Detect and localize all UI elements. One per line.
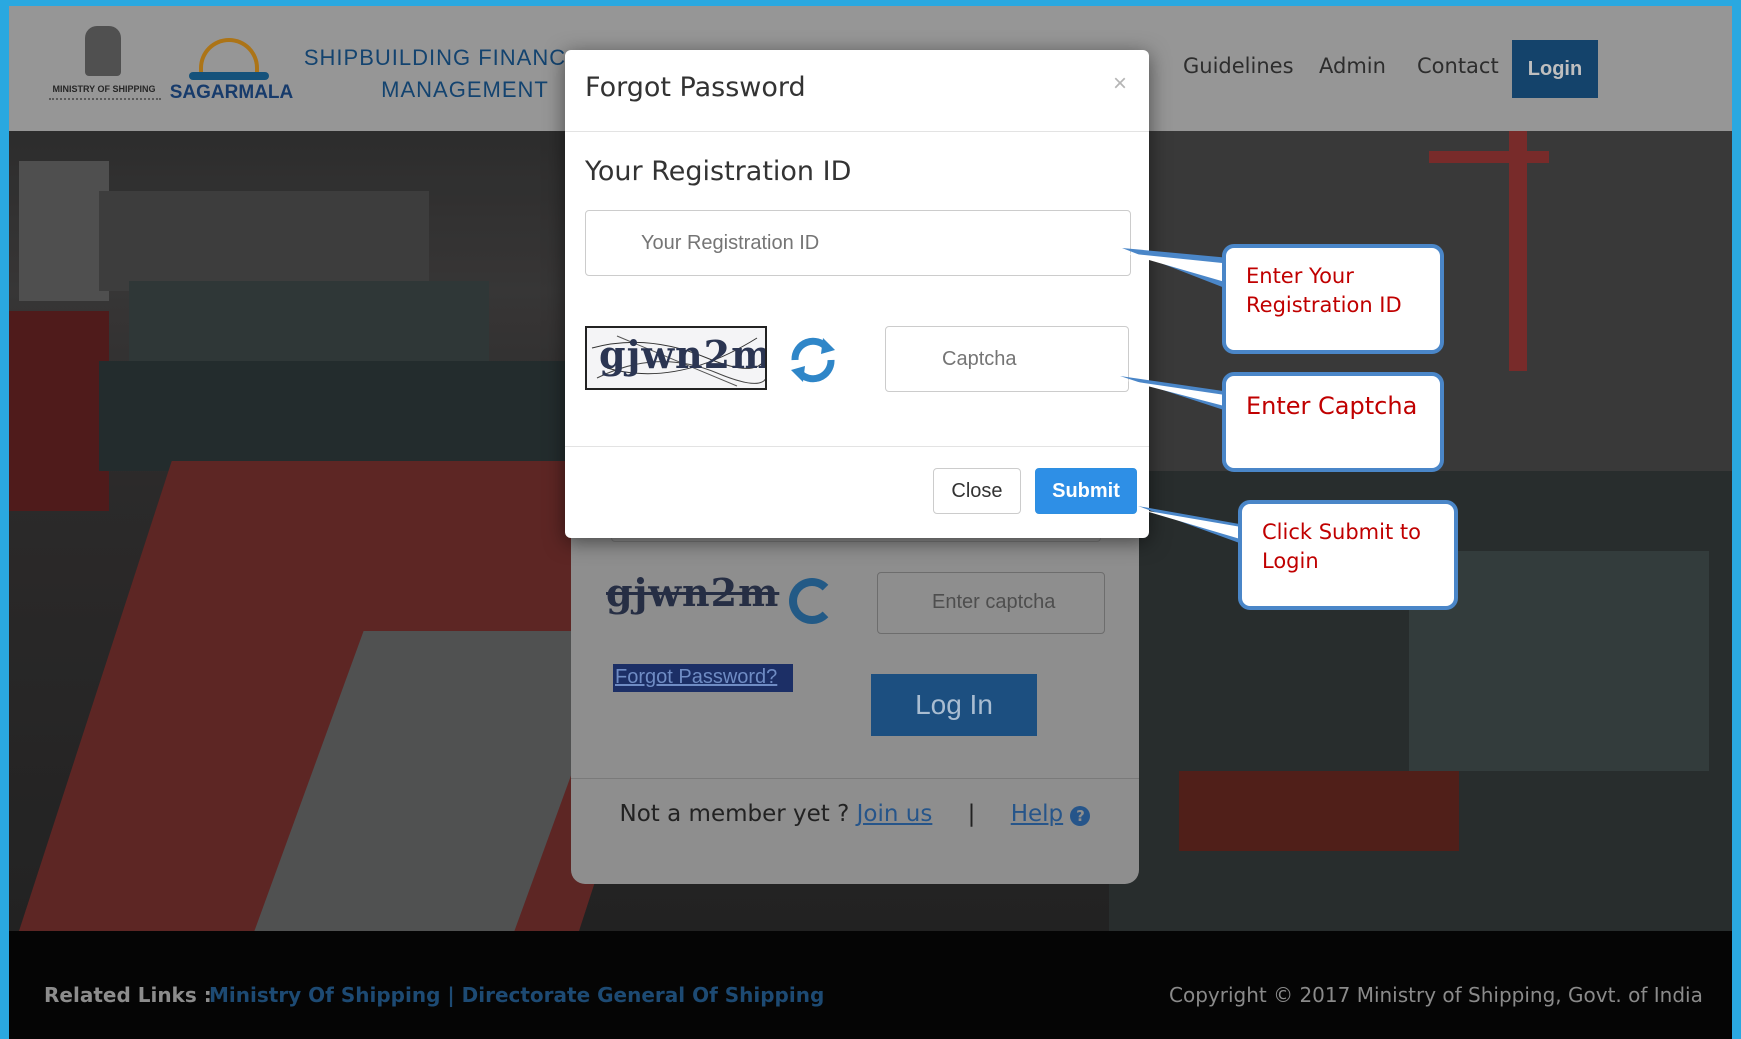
callout-click-submit: Click Submit to Login <box>1238 500 1458 610</box>
callout-enter-captcha: Enter Captcha <box>1222 372 1444 472</box>
pointer-captcha-inner <box>1124 380 1232 408</box>
callout-pointers <box>1120 248 1247 545</box>
callout-enter-registration-id: Enter Your Registration ID <box>1222 244 1444 354</box>
pointer-submit-inner <box>1142 510 1247 541</box>
